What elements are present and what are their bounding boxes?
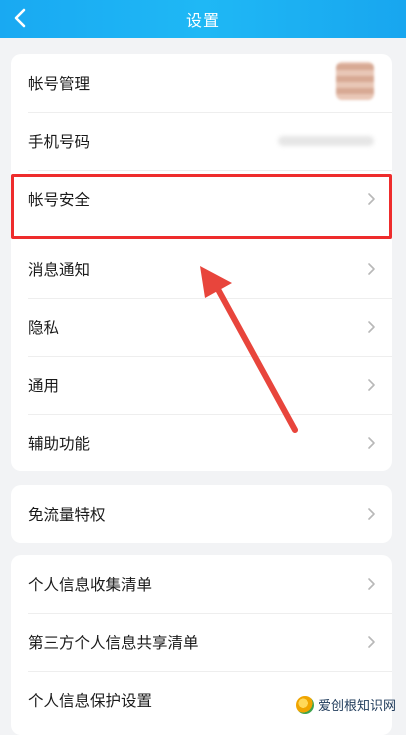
data-free-card: 免流量特权 <box>11 485 392 543</box>
third-party-sharing-row[interactable]: 第三方个人信息共享清单 <box>11 613 392 671</box>
row-label: 帐号安全 <box>28 188 90 210</box>
row-label: 个人信息收集清单 <box>28 573 152 595</box>
account-settings-card: 帐号管理 手机号码 帐号安全 消息通知 隐私 通用 辅助功能 <box>11 54 392 471</box>
notifications-row[interactable]: 消息通知 <box>11 240 392 298</box>
chevron-right-icon <box>366 192 376 206</box>
row-label: 消息通知 <box>28 258 90 280</box>
row-label: 通用 <box>28 374 59 396</box>
chevron-right-icon <box>366 436 376 450</box>
row-label: 帐号管理 <box>28 72 90 94</box>
divider <box>28 238 392 239</box>
row-label: 免流量特权 <box>28 503 106 525</box>
row-label: 手机号码 <box>28 130 90 152</box>
chevron-right-icon <box>366 507 376 521</box>
page-title: 设置 <box>186 7 220 31</box>
account-management-row[interactable]: 帐号管理 <box>11 54 392 112</box>
row-label: 辅助功能 <box>28 432 90 454</box>
accessibility-row[interactable]: 辅助功能 <box>11 414 392 471</box>
chevron-right-icon <box>366 577 376 591</box>
data-free-privilege-row[interactable]: 免流量特权 <box>11 485 392 543</box>
personal-info-collection-row[interactable]: 个人信息收集清单 <box>11 555 392 613</box>
general-row[interactable]: 通用 <box>11 356 392 414</box>
row-label: 隐私 <box>28 316 59 338</box>
phone-number-row[interactable]: 手机号码 <box>11 112 392 170</box>
chevron-right-icon <box>366 635 376 649</box>
back-arrow-icon[interactable] <box>10 6 32 30</box>
account-security-row[interactable]: 帐号安全 <box>11 170 392 228</box>
chevron-right-icon <box>366 320 376 334</box>
watermark-text: 爱创根知识网 <box>318 695 396 714</box>
phone-number-value-blurred <box>278 136 374 146</box>
watermark: 爱创根知识网 <box>296 695 396 714</box>
watermark-logo-icon <box>296 696 314 714</box>
row-label: 第三方个人信息共享清单 <box>28 631 199 653</box>
chevron-right-icon <box>366 378 376 392</box>
privacy-row[interactable]: 隐私 <box>11 298 392 356</box>
top-bar: 设置 <box>0 0 406 38</box>
row-label: 个人信息保护设置 <box>28 689 152 711</box>
chevron-right-icon <box>366 262 376 276</box>
avatar <box>336 62 374 100</box>
